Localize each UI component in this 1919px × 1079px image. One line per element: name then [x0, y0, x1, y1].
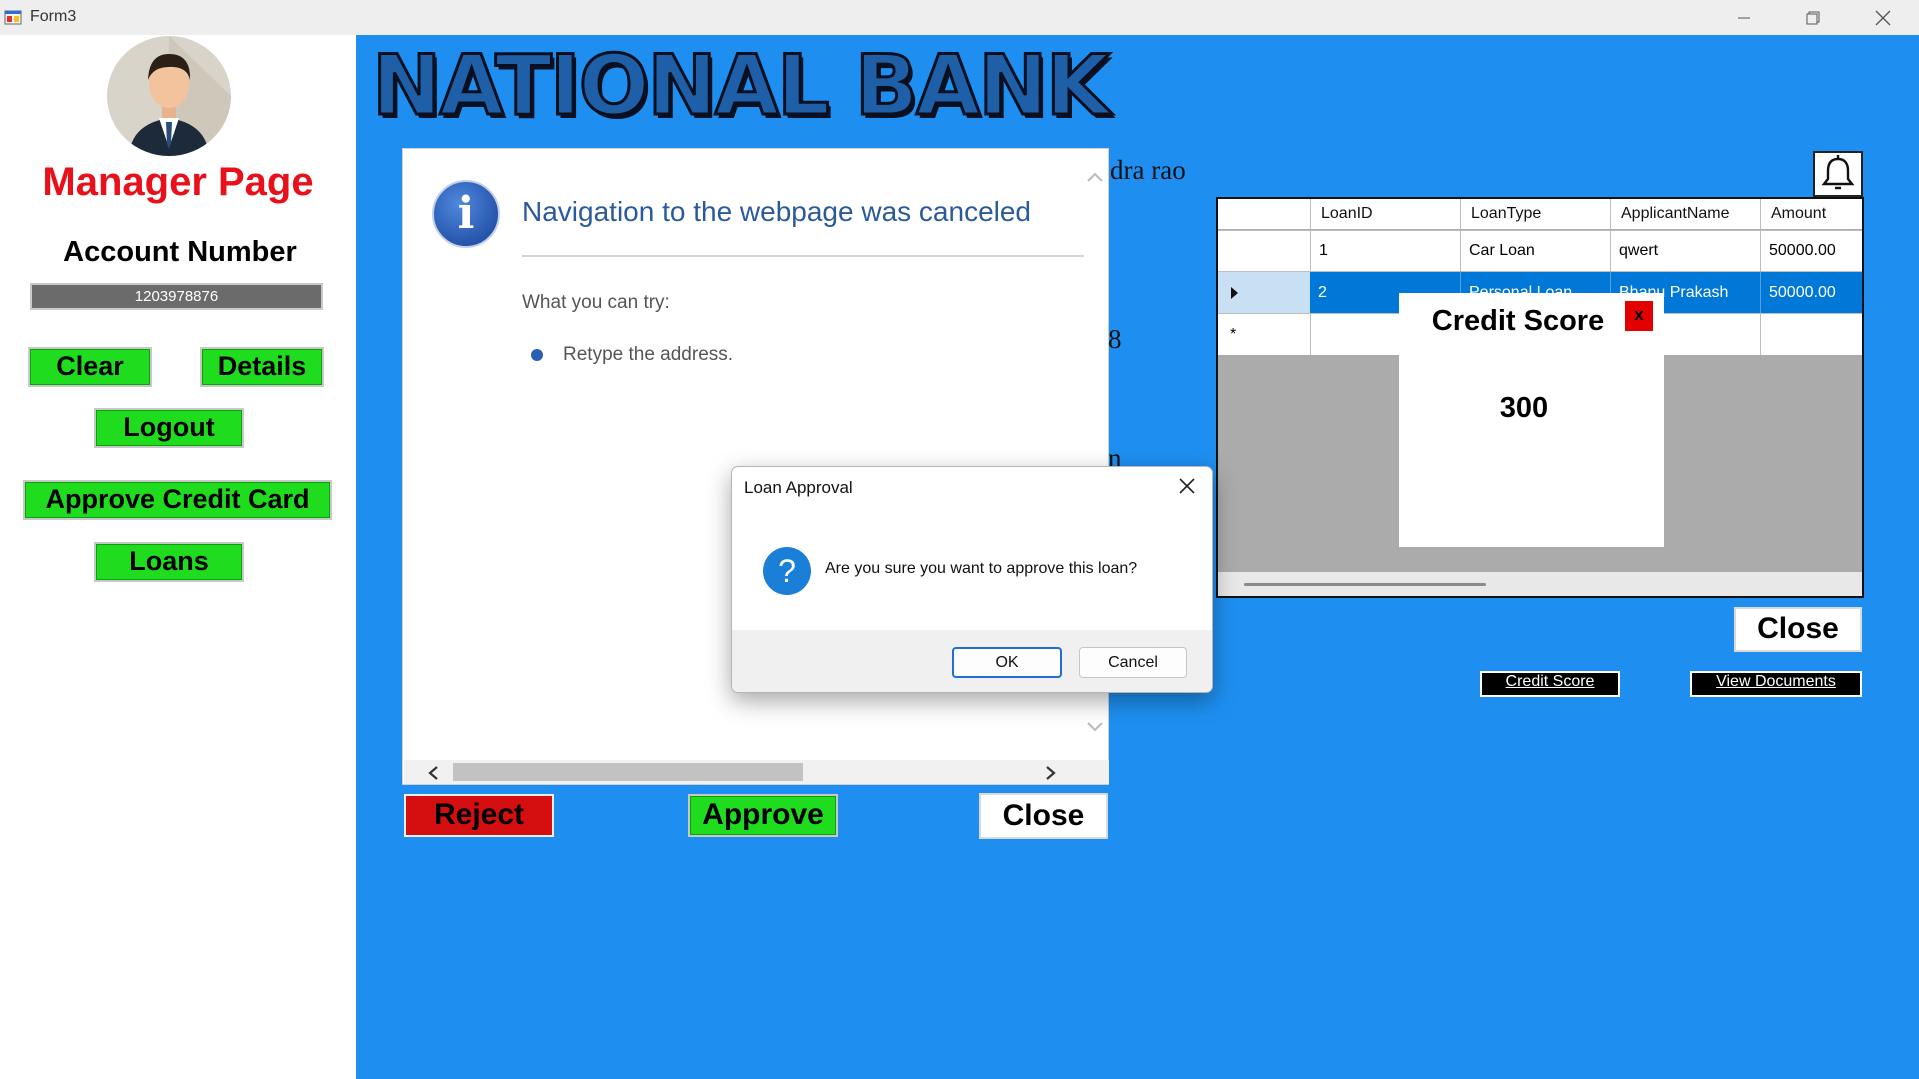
credit-score-title: Credit Score	[1431, 305, 1605, 337]
restore-button[interactable]	[1783, 2, 1843, 34]
account-number-label: Account Number	[63, 236, 297, 268]
logout-button[interactable]: Logout	[94, 408, 244, 448]
close-grid-button[interactable]: Close	[1734, 607, 1862, 652]
new-row-marker[interactable]: *	[1218, 313, 1310, 355]
credit-score-close-button[interactable]: x	[1624, 300, 1654, 332]
ok-button[interactable]: OK	[952, 647, 1062, 678]
column-header-amount[interactable]: Amount	[1760, 199, 1862, 229]
table-cell[interactable]: 50000.00	[1760, 271, 1862, 313]
question-icon: ?	[763, 547, 811, 595]
dialog-title: Loan Approval	[744, 478, 853, 497]
cancel-button[interactable]: Cancel	[1079, 647, 1187, 678]
scroll-left-icon[interactable]	[426, 765, 440, 786]
approve-button[interactable]: Approve	[688, 794, 838, 837]
details-button[interactable]: Details	[200, 347, 324, 387]
approve-credit-card-button[interactable]: Approve Credit Card	[23, 480, 332, 520]
credit-score-button[interactable]: Credit Score	[1480, 671, 1620, 697]
table-cell[interactable]: 50000.00	[1760, 230, 1862, 271]
window-title: Form3	[30, 8, 77, 25]
clear-button[interactable]: Clear	[28, 347, 152, 387]
bell-icon	[1821, 155, 1855, 190]
reject-button[interactable]: Reject	[404, 794, 554, 837]
avatar	[107, 36, 231, 156]
current-row-icon	[1231, 287, 1238, 299]
row-header[interactable]	[1218, 230, 1310, 271]
close-icon	[1179, 478, 1195, 494]
scroll-up-icon[interactable]	[1086, 170, 1104, 188]
column-header-loanid[interactable]: LoanID	[1310, 199, 1460, 229]
scroll-right-icon[interactable]	[1044, 765, 1058, 786]
scrollbar-thumb[interactable]	[453, 763, 803, 781]
restore-icon	[1806, 11, 1820, 25]
account-number-field[interactable]: 1203978876	[30, 283, 323, 310]
row-header-selected[interactable]	[1218, 271, 1310, 313]
view-documents-button[interactable]: View Documents	[1690, 671, 1862, 697]
minimize-button[interactable]	[1714, 2, 1774, 34]
suggestions-label: What you can try:	[522, 292, 670, 313]
app-icon	[4, 8, 22, 26]
loans-button[interactable]: Loans	[94, 542, 244, 582]
divider	[522, 255, 1084, 257]
bullet-icon	[531, 349, 543, 361]
minimize-icon	[1738, 17, 1750, 19]
suggestion-item: Retype the address.	[563, 344, 734, 365]
table-cell[interactable]: qwert	[1610, 230, 1760, 271]
grid-line	[1760, 313, 1761, 355]
table-cell[interactable]: Car Loan	[1460, 230, 1610, 271]
dialog-message: Are you sure you want to approve this lo…	[825, 560, 1138, 577]
window-close-button[interactable]	[1853, 2, 1913, 34]
page-title: Manager Page	[42, 160, 314, 204]
dialog-close-button[interactable]	[1172, 475, 1202, 501]
loan-approval-dialog: Loan Approval ? Are you sure you want to…	[731, 466, 1213, 693]
digit-fragment: 8	[1108, 324, 1122, 354]
navigation-error-heading: Navigation to the webpage was canceled	[522, 196, 1032, 227]
bank-logo: NATIONAL BANK	[370, 37, 1111, 134]
grid-scrollbar-thumb[interactable]	[1244, 583, 1486, 586]
column-header-applicantname[interactable]: ApplicantName	[1610, 199, 1760, 229]
column-header-loantype[interactable]: LoanType	[1460, 199, 1610, 229]
info-icon: i	[432, 180, 500, 248]
close-icon	[1875, 10, 1891, 26]
table-cell[interactable]: 1	[1310, 230, 1460, 271]
close-document-button[interactable]: Close	[979, 793, 1108, 839]
applicant-name-fragment: dra rao	[1110, 155, 1186, 185]
notification-button[interactable]	[1813, 151, 1863, 197]
credit-score-value: 300	[1499, 392, 1549, 424]
scroll-down-icon[interactable]	[1086, 720, 1104, 738]
window-titlebar	[0, 0, 1919, 35]
